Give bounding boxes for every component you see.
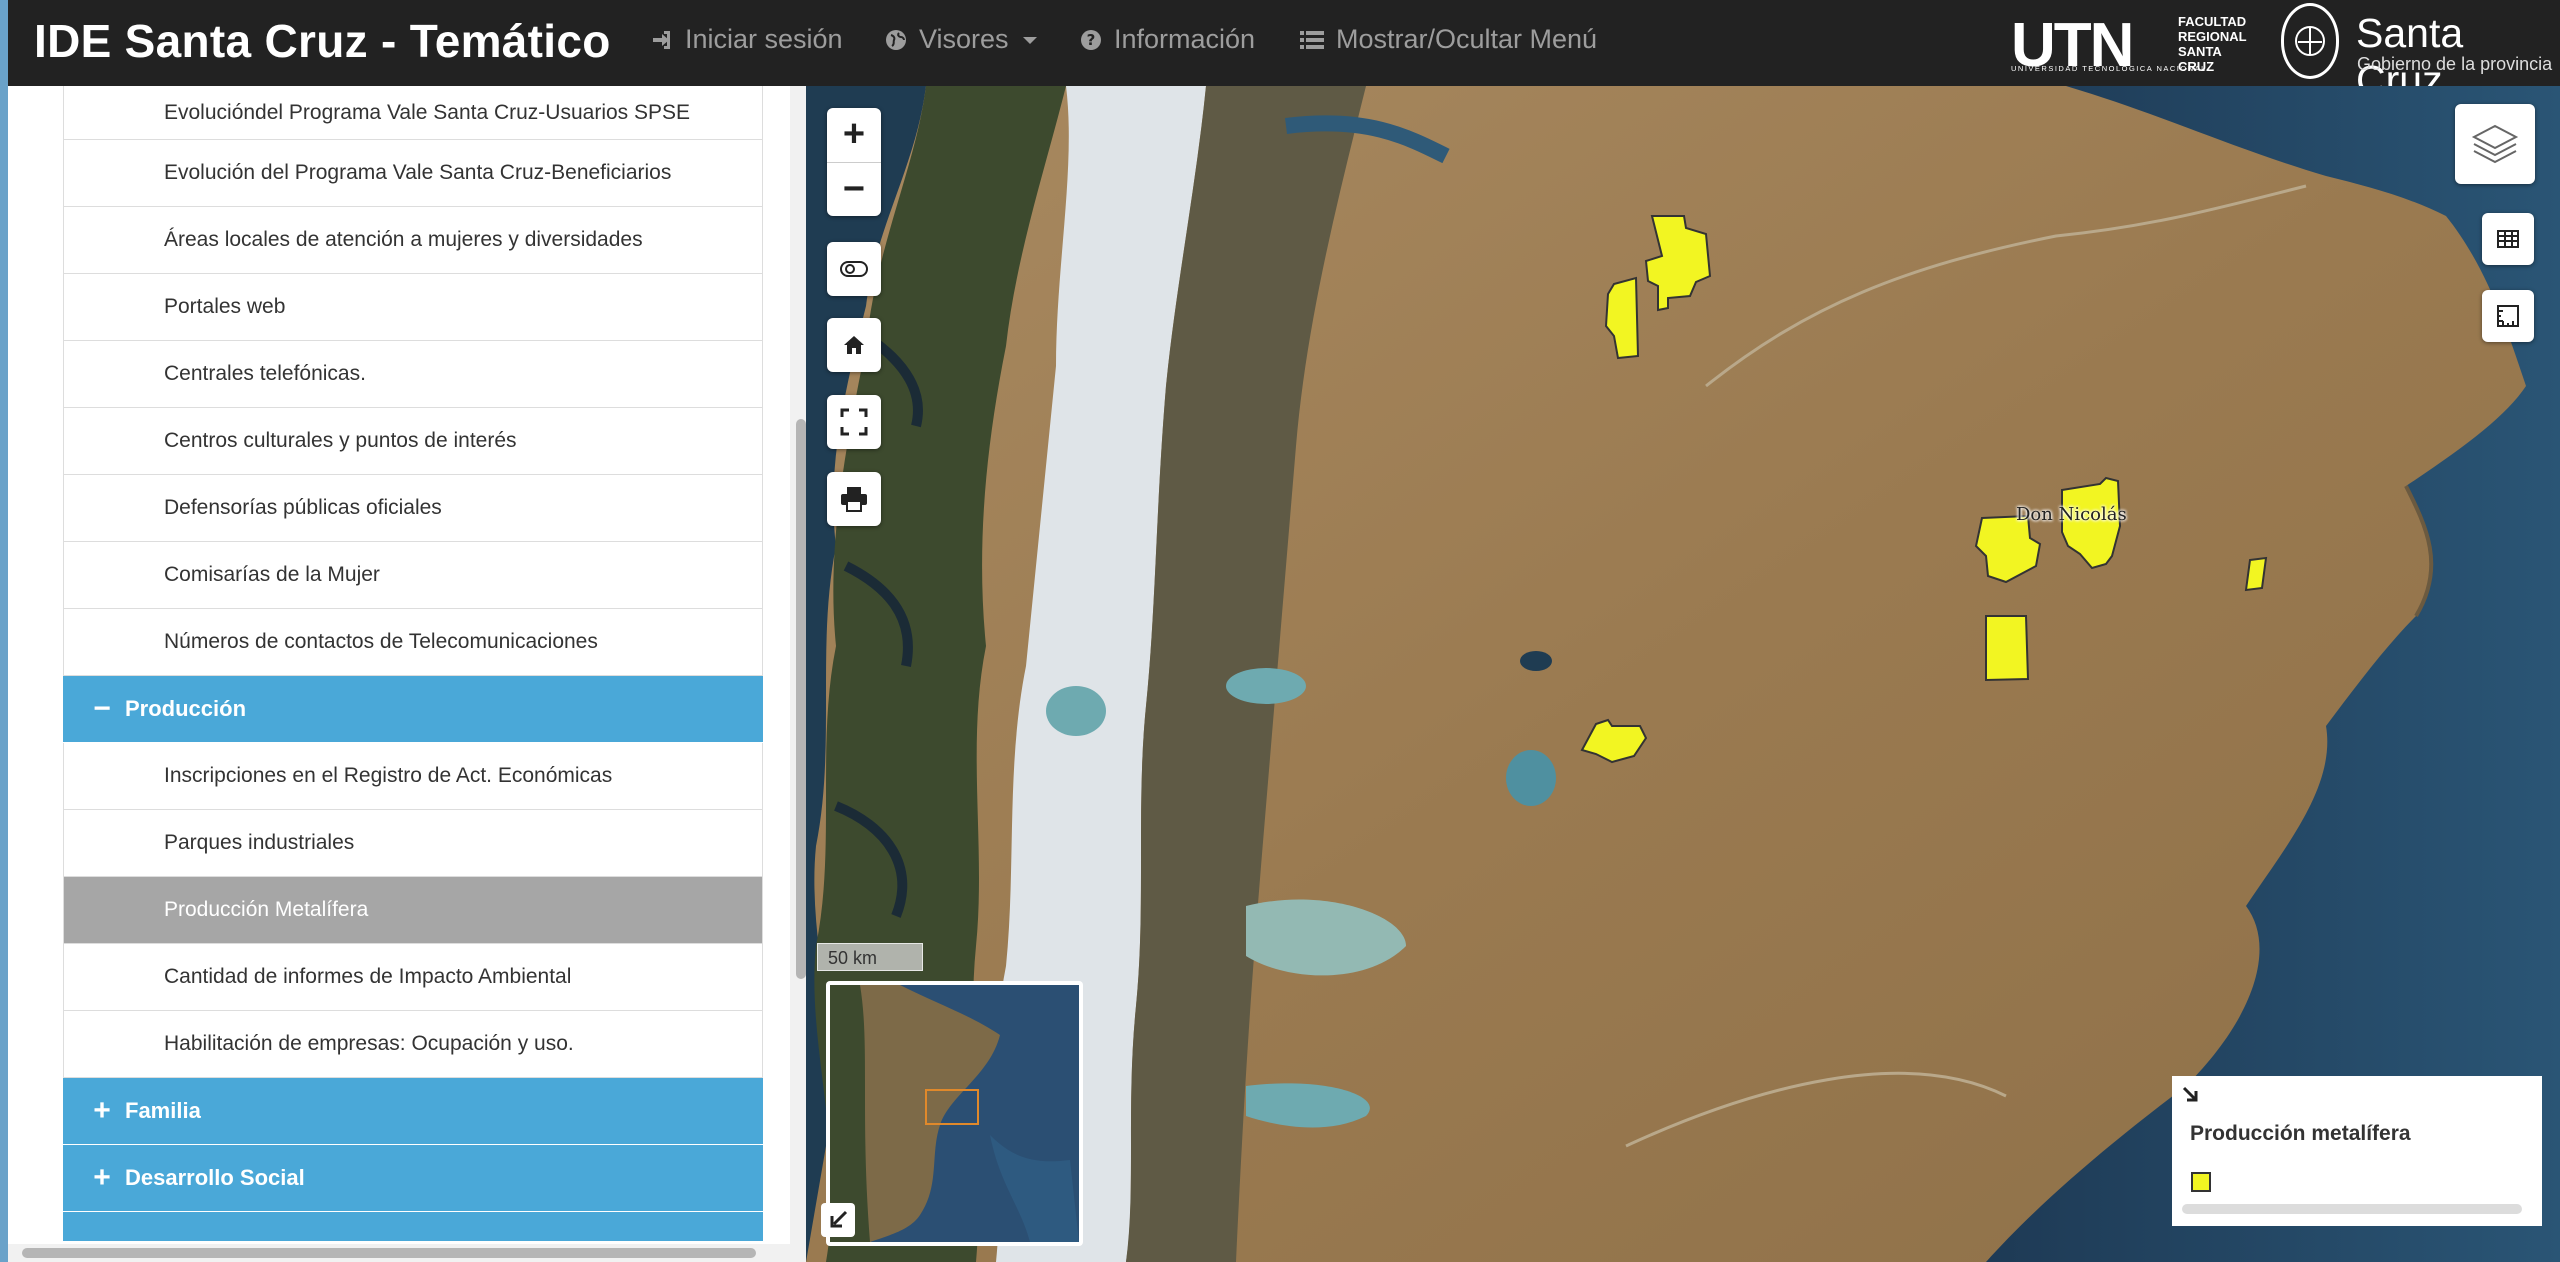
question-circle-icon: ?: [1081, 29, 1101, 50]
expand-icon: +: [93, 1161, 111, 1194]
layer-item[interactable]: Números de contactos de Telecomunicacion…: [63, 609, 763, 676]
layer-item[interactable]: Comisarías de la Mujer: [63, 542, 763, 609]
measure-icon: [2497, 305, 2519, 327]
sidebar-vertical-scroll-thumb[interactable]: [796, 419, 806, 979]
layer-item[interactable]: Áreas locales de atención a mujeres y di…: [63, 207, 763, 274]
layers-icon: [2471, 124, 2519, 164]
toggle-button[interactable]: [827, 242, 881, 296]
overview-toggle-button[interactable]: [821, 1203, 855, 1237]
layer-item[interactable]: Parques industriales: [63, 810, 763, 877]
svg-text:?: ?: [1087, 31, 1096, 49]
table-icon: [2497, 230, 2519, 248]
toggle-menu-label: Mostrar/Ocultar Menú: [1336, 24, 1598, 54]
expand-icon: +: [93, 1094, 111, 1127]
login-link[interactable]: Iniciar sesión: [651, 24, 843, 55]
map-view[interactable]: Don Nicolás + − 50 km Producción metalíf…: [806, 86, 2560, 1262]
sidebar-horizontal-scroll-thumb[interactable]: [22, 1248, 756, 1258]
scale-bar: 50 km: [817, 943, 923, 971]
legend-title: Producción metalífera: [2190, 1122, 2411, 1145]
legend-scrollbar[interactable]: [2182, 1204, 2522, 1214]
layer-item[interactable]: Evolucióndel Programa Vale Santa Cruz-Us…: [63, 86, 763, 140]
layer-item[interactable]: Centros culturales y puntos de interés: [63, 408, 763, 475]
app-title[interactable]: IDE Santa Cruz - Temático: [34, 14, 611, 68]
category-desarrollo-social[interactable]: + Desarrollo Social: [63, 1145, 763, 1212]
utn-faculty-line2: REGIONAL: [2178, 29, 2247, 44]
toggle-icon: [840, 261, 868, 277]
info-label: Información: [1114, 24, 1256, 54]
sidebar: Evolucióndel Programa Vale Santa Cruz-Us…: [0, 86, 806, 1262]
info-link[interactable]: ? Información: [1080, 24, 1255, 55]
layers-button[interactable]: [2455, 104, 2535, 184]
category-produccion[interactable]: − Producción: [63, 676, 763, 743]
layer-item[interactable]: Cantidad de informes de Impacto Ambienta…: [63, 944, 763, 1011]
measure-button[interactable]: [2482, 290, 2534, 342]
list-icon: [1300, 30, 1324, 49]
overview-map[interactable]: [826, 981, 1083, 1246]
print-button[interactable]: [827, 472, 881, 526]
login-label: Iniciar sesión: [685, 24, 843, 54]
globe-icon: [886, 29, 906, 50]
legend-expand-icon[interactable]: [2182, 1086, 2200, 1104]
caret-down-icon: [1022, 37, 1037, 44]
province-logo-subtitle: Gobierno de la provincia: [2357, 54, 2553, 74]
legend-panel: Producción metalífera: [2172, 1076, 2542, 1226]
toggle-menu-link[interactable]: Mostrar/Ocultar Menú: [1300, 24, 1597, 55]
layer-item[interactable]: Habilitación de empresas: Ocupación y us…: [63, 1011, 763, 1078]
legend-swatch: [2191, 1172, 2211, 1192]
category-label: Familia: [125, 1098, 201, 1123]
category-label: Producción: [125, 696, 247, 721]
navbar: IDE Santa Cruz - Temático Iniciar sesión…: [0, 0, 2560, 103]
home-button[interactable]: [827, 318, 881, 372]
table-button[interactable]: [2482, 213, 2534, 265]
layer-item[interactable]: Inscripciones en el Registro de Act. Eco…: [63, 743, 763, 810]
print-icon: [841, 487, 867, 512]
zoom-control: + −: [827, 108, 881, 216]
category-familia[interactable]: + Familia: [63, 1078, 763, 1145]
fullscreen-icon: [840, 408, 868, 436]
overview-map-image: [830, 985, 1079, 1242]
layer-item[interactable]: Portales web: [63, 274, 763, 341]
collapse-icon: −: [93, 692, 111, 725]
province-seal-icon: [2281, 3, 2339, 79]
overview-collapse-icon: [830, 1210, 848, 1228]
layer-menu: Evolucióndel Programa Vale Santa Cruz-Us…: [63, 86, 763, 1242]
zoom-in-button[interactable]: +: [827, 108, 881, 163]
map-place-label: Don Nicolás: [2016, 504, 2127, 525]
utn-subtitle: UNIVERSIDAD TECNOLÓGICA NACIONAL: [2011, 64, 2207, 73]
home-icon: [844, 336, 864, 354]
utn-faculty-line1: FACULTAD: [2178, 14, 2247, 29]
zoom-out-button[interactable]: −: [827, 163, 881, 217]
viewers-label: Visores: [919, 24, 1009, 54]
fullscreen-button[interactable]: [827, 395, 881, 449]
layer-item[interactable]: Centrales telefónicas.: [63, 341, 763, 408]
viewers-dropdown[interactable]: Visores: [885, 24, 1037, 55]
layer-item[interactable]: Defensorías públicas oficiales: [63, 475, 763, 542]
layer-item-active[interactable]: Producción Metalífera: [63, 877, 763, 944]
category-next[interactable]: [63, 1212, 763, 1242]
category-label: Desarrollo Social: [125, 1165, 305, 1190]
sign-in-icon: [653, 30, 670, 49]
layer-item[interactable]: Evolución del Programa Vale Santa Cruz-B…: [63, 140, 763, 207]
